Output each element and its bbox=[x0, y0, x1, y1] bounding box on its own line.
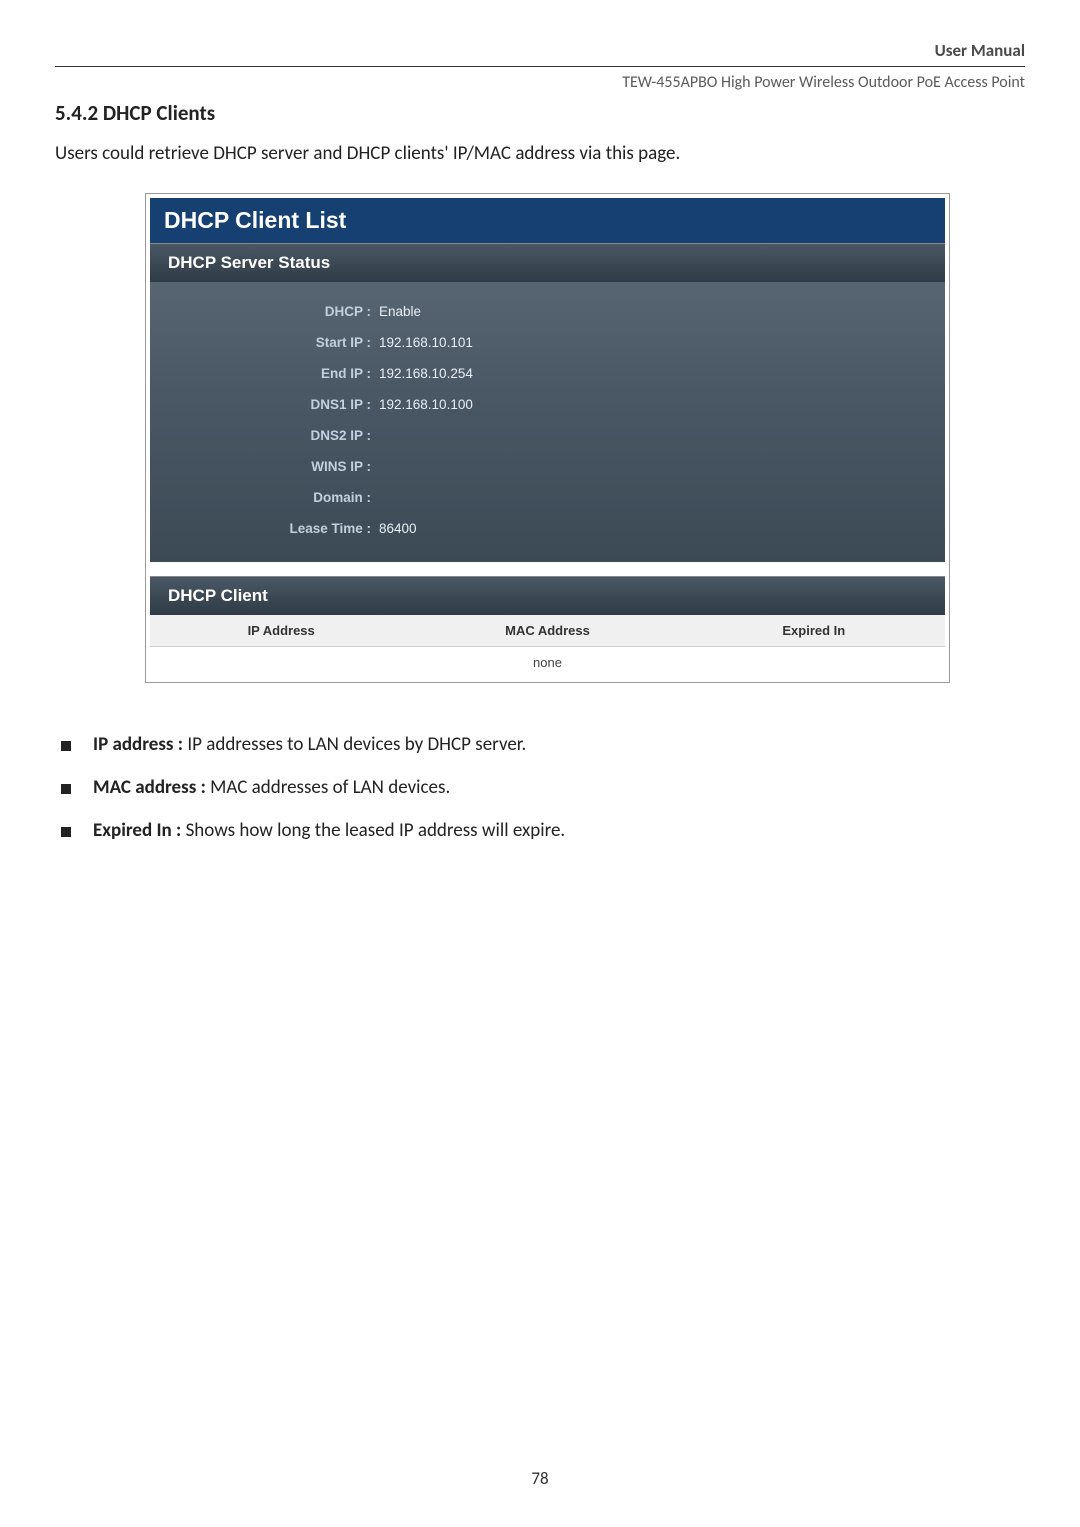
section-intro: Users could retrieve DHCP server and DHC… bbox=[55, 142, 1025, 165]
bullet-text: Shows how long the leased IP address wil… bbox=[186, 819, 566, 842]
dhcp-screenshot: DHCP Client List DHCP Server Status DHCP… bbox=[145, 193, 950, 683]
panel-title: DHCP Client List bbox=[150, 198, 945, 243]
bullet-bold: Expired In : bbox=[93, 819, 186, 842]
device-line: TEW-455APBO High Power Wireless Outdoor … bbox=[55, 73, 1025, 92]
bullet-bold: IP address : bbox=[93, 733, 187, 756]
status-row-wins: WINS IP : bbox=[150, 451, 945, 482]
col-expired: Expired In bbox=[683, 615, 945, 647]
server-status-body: DHCP : Enable Start IP : 192.168.10.101 … bbox=[150, 282, 945, 562]
status-label: Domain : bbox=[150, 490, 375, 505]
status-row-dns1: DNS1 IP : 192.168.10.100 bbox=[150, 389, 945, 420]
list-item: Expired In : Shows how long the leased I… bbox=[61, 819, 1025, 842]
status-row-endip: End IP : 192.168.10.254 bbox=[150, 358, 945, 389]
list-item: IP address : IP addresses to LAN devices… bbox=[61, 733, 1025, 756]
status-label: DHCP : bbox=[150, 304, 375, 319]
bullet-text: MAC addresses of LAN devices. bbox=[210, 776, 450, 799]
status-label: WINS IP : bbox=[150, 459, 375, 474]
bullet-icon bbox=[61, 741, 71, 751]
header-divider bbox=[55, 66, 1025, 67]
client-heading: DHCP Client bbox=[150, 576, 945, 615]
status-value: 192.168.10.254 bbox=[375, 366, 473, 381]
status-value: 192.168.10.100 bbox=[375, 397, 473, 412]
status-row-lease: Lease Time : 86400 bbox=[150, 513, 945, 544]
status-row-dns2: DNS2 IP : bbox=[150, 420, 945, 451]
page-number: 78 bbox=[0, 1468, 1080, 1489]
server-status-heading: DHCP Server Status bbox=[150, 243, 945, 282]
status-value: 86400 bbox=[375, 521, 417, 536]
status-label: DNS1 IP : bbox=[150, 397, 375, 412]
dhcp-client-table: IP Address MAC Address Expired In none bbox=[150, 615, 945, 678]
col-mac: MAC Address bbox=[412, 615, 682, 647]
client-empty: none bbox=[150, 647, 945, 679]
bullet-bold: MAC address : bbox=[93, 776, 210, 799]
description-list: IP address : IP addresses to LAN devices… bbox=[55, 733, 1025, 842]
status-row-domain: Domain : bbox=[150, 482, 945, 513]
status-label: End IP : bbox=[150, 366, 375, 381]
bullet-icon bbox=[61, 784, 71, 794]
list-item: MAC address : MAC addresses of LAN devic… bbox=[61, 776, 1025, 799]
status-label: DNS2 IP : bbox=[150, 428, 375, 443]
status-value: Enable bbox=[375, 304, 421, 319]
col-ip: IP Address bbox=[150, 615, 412, 647]
status-label: Lease Time : bbox=[150, 521, 375, 536]
bullet-text: IP addresses to LAN devices by DHCP serv… bbox=[187, 733, 526, 756]
bullet-icon bbox=[61, 827, 71, 837]
status-label: Start IP : bbox=[150, 335, 375, 350]
section-heading: 5.4.2 DHCP Clients bbox=[55, 100, 1025, 126]
status-row-startip: Start IP : 192.168.10.101 bbox=[150, 327, 945, 358]
status-row-dhcp: DHCP : Enable bbox=[150, 296, 945, 327]
manual-label: User Manual bbox=[55, 40, 1025, 66]
status-value: 192.168.10.101 bbox=[375, 335, 473, 350]
